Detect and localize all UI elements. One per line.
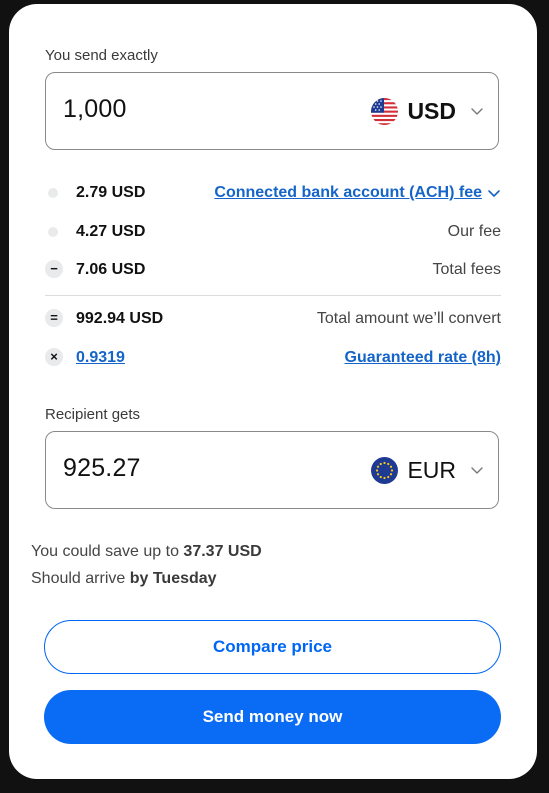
rate-row: × 0.9319 Guaranteed rate (8h) xyxy=(45,347,501,371)
send-amount-field[interactable]: 1,000 USD xyxy=(45,72,499,150)
convert-amount-row: = 992.94 USD Total amount we’ll convert xyxy=(45,308,501,332)
transfer-calculator-card: You send exactly 1,000 USD 2.79 USD Conn… xyxy=(9,4,537,779)
bullet-icon xyxy=(48,188,58,198)
arrival-prefix: Should arrive xyxy=(31,570,130,587)
chevron-down-icon xyxy=(471,467,483,474)
send-amount-input[interactable]: 1,000 xyxy=(63,95,127,124)
equals-icon: = xyxy=(45,309,63,327)
arrival-text: Should arrive by Tuesday xyxy=(31,570,217,588)
send-money-button[interactable]: Send money now xyxy=(44,690,501,744)
receive-amount-input[interactable]: 925.27 xyxy=(63,454,141,483)
chevron-down-icon xyxy=(471,108,483,115)
bank-fee-value: 2.79 USD xyxy=(76,184,146,201)
our-fee-row: 4.27 USD Our fee xyxy=(45,221,501,245)
total-fees-value: 7.06 USD xyxy=(76,261,146,278)
divider xyxy=(45,295,501,296)
multiply-icon: × xyxy=(45,348,63,366)
recipient-label: Recipient gets xyxy=(45,406,141,423)
bank-fee-row: 2.79 USD Connected bank account (ACH) fe… xyxy=(45,182,501,206)
savings-amount: 37.37 USD xyxy=(183,543,262,560)
convert-amount-label: Total amount we’ll convert xyxy=(316,310,501,327)
savings-text: You could save up to 37.37 USD xyxy=(31,543,262,561)
guaranteed-rate-link[interactable]: Guaranteed rate (8h) xyxy=(345,349,501,367)
savings-prefix: You could save up to xyxy=(31,543,184,560)
receive-amount-field[interactable]: 925.27 EUR xyxy=(45,431,499,509)
convert-amount-value: 992.94 USD xyxy=(76,310,164,327)
send-currency-code: USD xyxy=(407,97,456,124)
eu-flag-icon xyxy=(371,456,399,484)
minus-icon: − xyxy=(45,260,63,278)
our-fee-value: 4.27 USD xyxy=(76,223,146,240)
us-flag-icon xyxy=(371,97,399,125)
bank-fee-label[interactable]: Connected bank account (ACH) fee xyxy=(214,184,482,202)
arrival-day: by Tuesday xyxy=(129,570,217,587)
total-fees-row: − 7.06 USD Total fees xyxy=(45,259,501,283)
rate-value-link[interactable]: 0.9319 xyxy=(76,349,125,367)
total-fees-label: Total fees xyxy=(432,261,501,278)
bank-fee-link[interactable]: Connected bank account (ACH) fee xyxy=(214,184,501,202)
send-label: You send exactly xyxy=(45,47,158,64)
receive-currency-selector[interactable]: EUR xyxy=(371,452,484,488)
send-currency-selector[interactable]: USD xyxy=(371,93,484,129)
compare-price-button[interactable]: Compare price xyxy=(44,620,501,674)
receive-currency-code: EUR xyxy=(407,456,456,483)
bullet-icon xyxy=(48,227,58,237)
chevron-down-icon[interactable] xyxy=(487,186,501,200)
our-fee-label: Our fee xyxy=(447,223,501,240)
